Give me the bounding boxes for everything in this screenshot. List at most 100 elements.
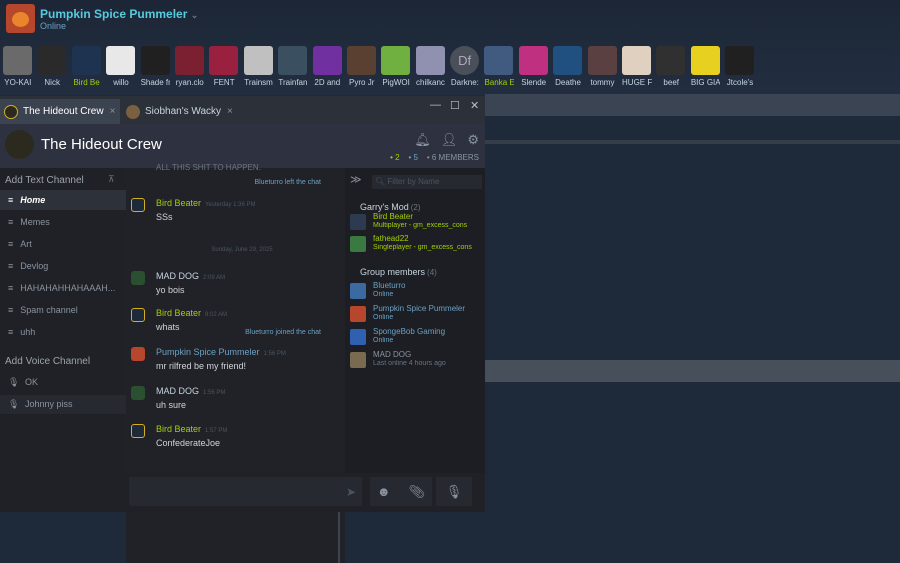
avatar[interactable] [278, 46, 308, 75]
friend-item[interactable]: Trainfan [278, 46, 308, 87]
avatar[interactable] [131, 308, 145, 322]
avatar[interactable] [350, 352, 366, 368]
avatar[interactable] [3, 46, 32, 75]
channel-item[interactable]: ≡ Spam channel [0, 300, 126, 320]
avatar[interactable] [131, 424, 145, 438]
member-item[interactable]: fathead22 Singleplayer - gm_excess_cons [350, 234, 485, 256]
voice-channel-item[interactable]: 🎙︎ Johnny piss [0, 395, 126, 414]
chevron-down-icon[interactable]: ⌄ [191, 10, 199, 20]
filter-input[interactable]: 🔍︎ Filter by Name [372, 175, 482, 189]
member-item[interactable]: Blueturro Online [350, 281, 485, 303]
message-author[interactable]: Bird Beater 1:57 PM [156, 424, 227, 434]
avatar[interactable] [484, 46, 514, 75]
avatar[interactable] [174, 46, 204, 75]
avatar[interactable] [131, 347, 145, 361]
send-icon[interactable]: ➤ [346, 485, 356, 499]
add-text-channel[interactable]: Add Text Channel [5, 175, 84, 186]
member-item[interactable]: Pumpkin Spice Pummeler Online [350, 304, 485, 326]
friend-item[interactable]: YO-KAI [3, 46, 33, 87]
friend-item[interactable]: Banka E [484, 46, 514, 87]
minimize-icon[interactable]: — [430, 99, 441, 111]
maximize-icon[interactable]: ☐ [450, 99, 460, 112]
friend-item[interactable]: Pyro Jr [346, 46, 377, 87]
friend-item[interactable]: chilkanc [415, 46, 446, 87]
channel-item[interactable]: ≡ Devlog [0, 256, 126, 276]
avatar[interactable] [415, 46, 445, 75]
collapse-icon[interactable]: ⊼ [108, 174, 115, 185]
voice-icon[interactable]: 🎙︎ [436, 477, 472, 506]
message-input[interactable]: ➤ [129, 477, 362, 506]
bell-icon[interactable]: 🔔︎ [414, 132, 431, 148]
friend-item[interactable]: Bird Be [71, 46, 102, 87]
avatar[interactable] [622, 46, 652, 75]
friend-item[interactable]: Trainsm [243, 46, 274, 87]
user-profile[interactable]: Pumpkin Spice Pummeler ⌄ Online [6, 4, 198, 33]
avatar[interactable] [243, 46, 273, 75]
message-author[interactable]: Bird Beater 8:02 AM [156, 308, 227, 318]
channel-item[interactable]: ≡ Memes [0, 212, 126, 232]
avatar[interactable] [725, 46, 755, 75]
group-avatar[interactable] [5, 130, 34, 159]
avatar[interactable] [350, 214, 366, 230]
friend-item[interactable]: willo [106, 46, 136, 87]
avatar[interactable] [587, 46, 617, 75]
friend-item[interactable]: FENT [209, 46, 239, 87]
collapse-members-icon[interactable]: ≫ [350, 173, 362, 186]
friend-item[interactable]: Slende [518, 46, 549, 87]
message-author[interactable]: MAD DOG 2:09 AM [156, 271, 225, 281]
scrollbar[interactable] [338, 508, 340, 563]
friend-item[interactable]: PigWOI [381, 46, 411, 87]
tab-hideout-crew[interactable]: The Hideout Crew × [0, 99, 120, 124]
channel-item[interactable]: ≡ Art [0, 234, 126, 254]
friend-item[interactable]: Nick [37, 46, 67, 87]
avatar[interactable] [6, 4, 35, 33]
avatar[interactable] [209, 46, 239, 75]
avatar[interactable] [131, 271, 145, 285]
channel-item[interactable]: ≡ Home [0, 190, 126, 210]
avatar[interactable] [346, 46, 376, 75]
avatar[interactable] [106, 46, 136, 75]
friend-item[interactable]: Df Darkne: [450, 46, 480, 87]
avatar[interactable] [140, 46, 170, 75]
avatar[interactable] [131, 198, 145, 212]
avatar[interactable] [131, 386, 145, 400]
message-author[interactable]: Pumpkin Spice Pummeler 1:56 PM [156, 347, 286, 357]
paperclip-icon[interactable]: 📎︎ [409, 484, 426, 499]
avatar[interactable] [553, 46, 583, 75]
friend-item[interactable]: HUGE F [622, 46, 652, 87]
channel-item[interactable]: ≡ uhh [0, 322, 126, 342]
friend-item[interactable]: Deathe [553, 46, 583, 87]
member-item[interactable]: Bird Beater Multiplayer - gm_excess_cons [350, 212, 485, 234]
profile-name[interactable]: Pumpkin Spice Pummeler ⌄ [40, 7, 198, 21]
friend-item[interactable]: Shade fr [140, 46, 170, 87]
avatar[interactable] [37, 46, 67, 75]
avatar[interactable] [381, 46, 411, 75]
friend-item[interactable]: ryan.clo [174, 46, 205, 87]
close-icon[interactable]: × [227, 106, 233, 117]
close-icon[interactable]: × [110, 106, 116, 117]
message-author[interactable]: MAD DOG 1:56 PM [156, 386, 225, 396]
avatar[interactable] [71, 46, 101, 75]
add-voice-channel[interactable]: Add Voice Channel [5, 356, 90, 367]
emoji-icon[interactable]: ☻ [377, 484, 391, 499]
avatar[interactable]: Df [450, 46, 480, 75]
avatar[interactable] [690, 46, 720, 75]
member-item[interactable]: MAD DOG Last online 4 hours ago [350, 350, 485, 372]
channel-item[interactable]: ≡ HAHAHAHHAHAAAH... [0, 278, 126, 298]
avatar[interactable] [518, 46, 548, 75]
message-author[interactable]: Bird Beater Yesterday 1:36 PM [156, 198, 256, 208]
gear-icon[interactable]: ⚙︎ [467, 132, 479, 148]
friend-item[interactable]: BIG GIA [690, 46, 720, 87]
avatar[interactable] [350, 236, 366, 252]
friend-item[interactable]: tommy [587, 46, 618, 87]
avatar[interactable] [350, 283, 366, 299]
avatar[interactable] [350, 306, 366, 322]
avatar[interactable] [656, 46, 686, 75]
friend-item[interactable]: beef [656, 46, 686, 87]
add-friend-icon[interactable]: 👤︎ [441, 132, 458, 148]
friend-item[interactable]: Jtcole's [725, 46, 755, 87]
avatar[interactable] [312, 46, 342, 75]
member-item[interactable]: SpongeBob Gaming Online [350, 327, 485, 349]
close-window-icon[interactable]: ✕ [470, 99, 479, 112]
tab-siobhans-wacky[interactable]: Siobhan's Wacky × [122, 99, 240, 124]
